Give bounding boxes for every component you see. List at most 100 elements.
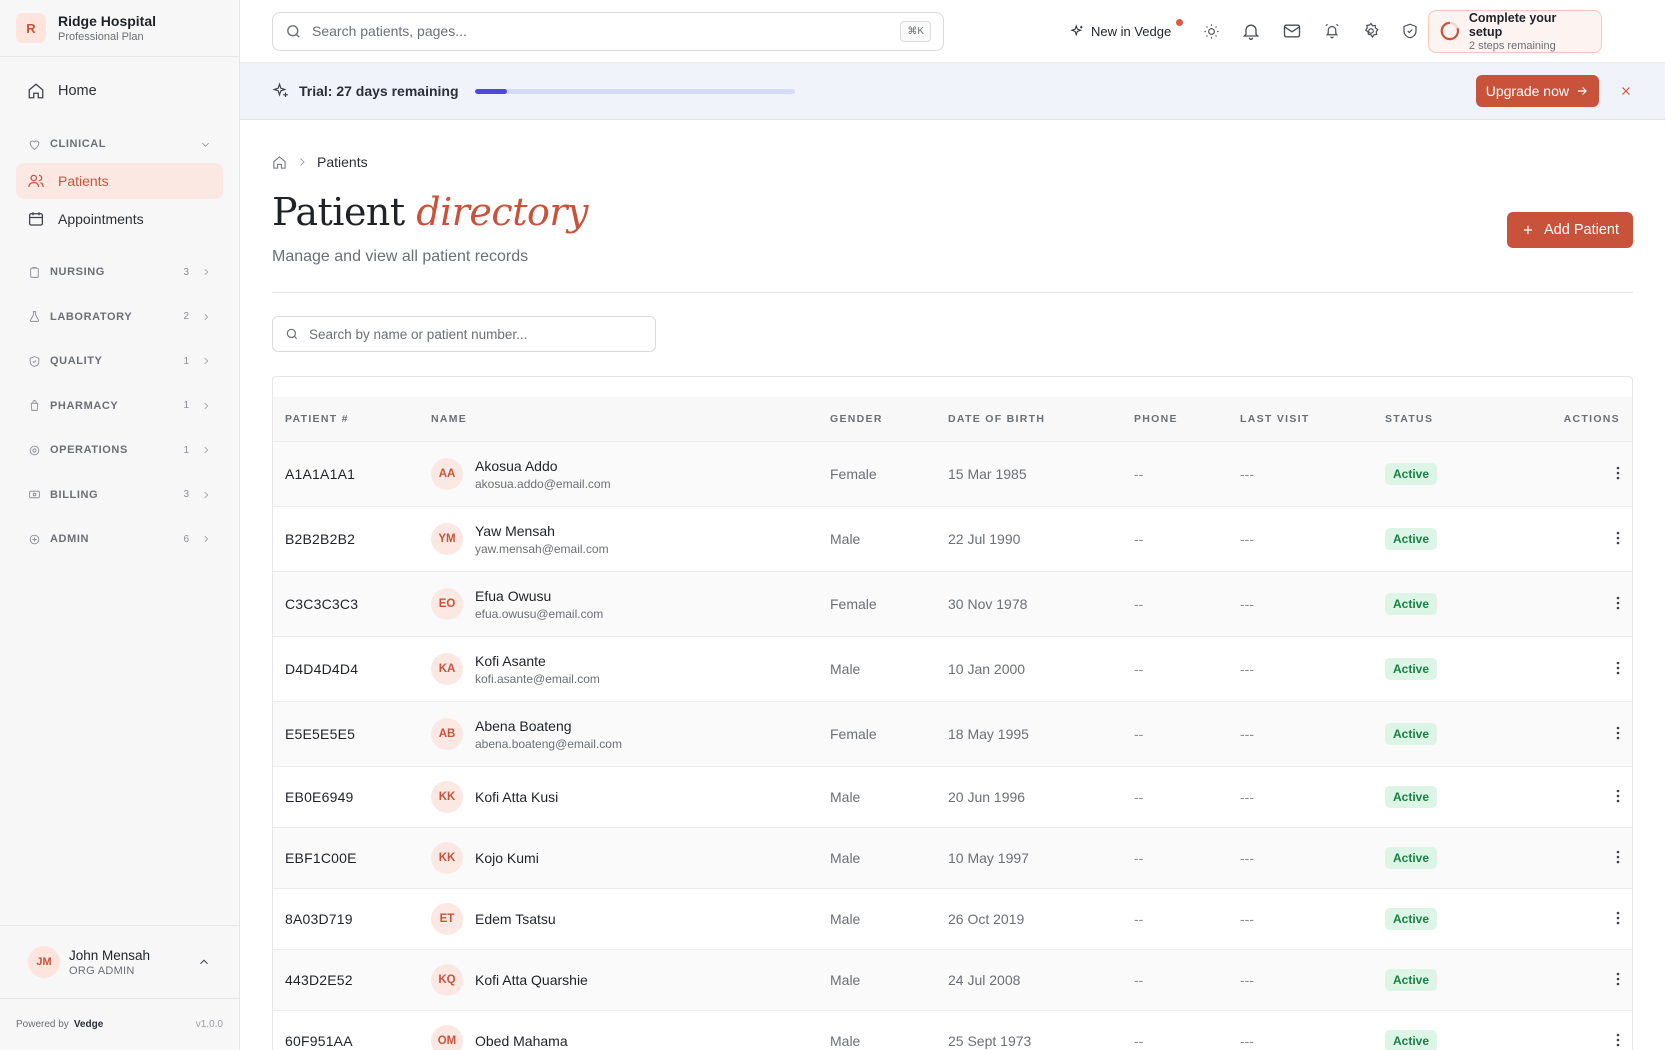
sidebar: R Ridge Hospital Professional Plan Home … [0,0,240,1050]
more-vertical-icon[interactable] [1616,911,1620,925]
section-count: 2 [183,311,189,322]
add-patient-button[interactable]: Add Patient [1507,212,1633,248]
section-pharmacy[interactable]: PHARMACY 1 [16,391,223,421]
table-row[interactable]: EB0E6949 KK Kofi Atta Kusi Male 20 Jun 1996 -… [273,766,1632,827]
table-row[interactable]: E5E5E5E5 AB Abena Boateng abena.boateng@ema… [273,701,1632,766]
heart-icon [29,140,40,150]
patient-gender: Male [830,531,861,547]
patient-phone: -- [1134,596,1144,612]
more-vertical-icon[interactable] [1616,1033,1620,1047]
col-dob[interactable]: DATE OF BIRTH [948,413,1134,425]
patient-name-cell[interactable]: EO Efua Owusu efua.owusu@email.com [431,588,830,621]
messages-button[interactable] [1282,21,1302,41]
notifications-button[interactable] [1241,21,1261,41]
patient-search[interactable] [272,316,656,352]
sidebar-item-home[interactable]: Home [16,73,223,109]
whats-new-button[interactable]: New in Vedge [1070,18,1184,39]
global-search-input[interactable] [312,23,901,39]
avatar: ET [431,903,463,935]
patient-name-cell[interactable]: AA Akosua Addo akosua.addo@email.com [431,458,830,491]
patient-number: EB0E6949 [285,789,354,805]
section-clinical[interactable]: CLINICAL [16,129,223,159]
settings-icon [29,534,40,544]
chevron-up-icon [200,959,208,965]
col-phone[interactable]: PHONE [1134,413,1240,425]
sparkles-icon [272,82,288,97]
patient-number: 443D2E52 [285,972,353,988]
patient-name-cell[interactable]: ET Edem Tsatsu [431,903,830,935]
more-vertical-icon[interactable] [1616,850,1620,864]
alerts-button[interactable] [1323,22,1341,40]
users-icon [28,174,44,188]
close-icon[interactable] [1619,84,1633,98]
section-admin[interactable]: ADMIN 6 [16,524,223,554]
status-badge: Active [1385,1030,1438,1050]
upgrade-button[interactable]: Upgrade now [1475,75,1599,107]
table-row[interactable]: B2B2B2B2 YM Yaw Mensah yaw.mensah@email.com… [273,506,1632,571]
avatar: OM [431,1025,463,1050]
theme-toggle[interactable] [1203,23,1220,40]
table-row[interactable]: A1A1A1A1 AA Akosua Addo akosua.addo@email.c… [273,441,1632,506]
add-patient-label: Add Patient [1544,222,1619,238]
security-button[interactable] [1401,22,1419,40]
avatar: AB [431,718,463,750]
table-row[interactable]: C3C3C3C3 EO Efua Owusu efua.owusu@email.com… [273,571,1632,636]
org-switcher[interactable]: R Ridge Hospital Professional Plan [0,0,239,57]
gear-icon [1365,22,1379,39]
patient-name-cell[interactable]: KK Kojo Kumi [431,842,830,874]
page-title: Patient directory [272,190,588,234]
user-menu[interactable]: JM John Mensah ORG ADMIN [0,925,239,998]
patient-last-visit: --- [1240,726,1254,742]
section-laboratory[interactable]: LABORATORY 2 [16,302,223,332]
more-vertical-icon[interactable] [1616,726,1620,740]
patient-gender: Female [830,726,877,742]
setup-progress-button[interactable]: Complete your setup 2 steps remaining [1428,9,1603,53]
more-vertical-icon[interactable] [1616,972,1620,986]
home-icon[interactable] [272,155,287,170]
patient-name-cell[interactable]: YM Yaw Mensah yaw.mensah@email.com [431,523,830,556]
sidebar-item-label: Appointments [58,211,144,227]
patient-name-cell[interactable]: KK Kofi Atta Kusi [431,781,830,813]
sparkles-icon [1070,23,1083,36]
patient-last-visit: --- [1240,789,1254,805]
more-vertical-icon[interactable] [1616,789,1620,803]
whats-new-label: New in Vedge [1091,23,1172,39]
patient-search-input[interactable] [309,326,643,342]
table-row[interactable]: EBF1C00E KK Kojo Kumi Male 10 May 1997 -- --- A… [273,827,1632,888]
section-label: QUALITY [50,355,103,367]
table-row[interactable]: 8A03D719 ET Edem Tsatsu Male 26 Oct 2019 -- --… [273,888,1632,949]
more-vertical-icon[interactable] [1616,661,1620,675]
col-gender[interactable]: GENDER [830,413,948,425]
patient-name-cell[interactable]: KA Kofi Asante kofi.asante@email.com [431,653,830,686]
patient-number: 8A03D719 [285,911,353,927]
sidebar-item-appointments[interactable]: Appointments [16,201,223,237]
avatar: KQ [431,964,463,996]
section-billing[interactable]: BILLING 3 [16,480,223,510]
table-row[interactable]: D4D4D4D4 KA Kofi Asante kofi.asante@email.c… [273,636,1632,701]
status-badge: Active [1385,528,1438,550]
section-quality[interactable]: QUALITY 1 [16,346,223,376]
col-status[interactable]: STATUS [1385,413,1540,425]
sidebar-item-patients[interactable]: Patients [16,163,223,199]
powered-by: Powered by Vedge v1.0.0 [0,998,239,1050]
settings-button[interactable] [1362,22,1380,40]
patient-name: Kofi Atta Quarshie [475,972,588,988]
patient-name-cell[interactable]: OM Obed Mahama [431,1025,830,1050]
version: v1.0.0 [195,1019,223,1030]
section-nursing[interactable]: NURSING 3 [16,257,223,287]
patient-name-cell[interactable]: KQ Kofi Atta Quarshie [431,964,830,996]
patient-name-cell[interactable]: AB Abena Boateng abena.boateng@email.com [431,718,830,751]
col-name[interactable]: NAME [431,413,830,425]
global-search[interactable]: ⌘K [272,11,944,51]
section-operations[interactable]: OPERATIONS 1 [16,435,223,465]
patient-dob: 20 Jun 1996 [948,789,1026,805]
patient-last-visit: --- [1240,972,1254,988]
table-row[interactable]: 443D2E52 KQ Kofi Atta Quarshie Male 24 Jul 2… [273,949,1632,1010]
table-row[interactable]: 60F951AA OM Obed Mahama Male 25 Sept 1973 -- -… [273,1010,1632,1050]
col-patient-number[interactable]: PATIENT # [273,413,431,425]
more-vertical-icon[interactable] [1616,596,1620,610]
col-last-visit[interactable]: LAST VISIT [1240,413,1385,425]
more-vertical-icon[interactable] [1616,466,1620,480]
plus-icon [1523,225,1533,235]
more-vertical-icon[interactable] [1616,531,1620,545]
